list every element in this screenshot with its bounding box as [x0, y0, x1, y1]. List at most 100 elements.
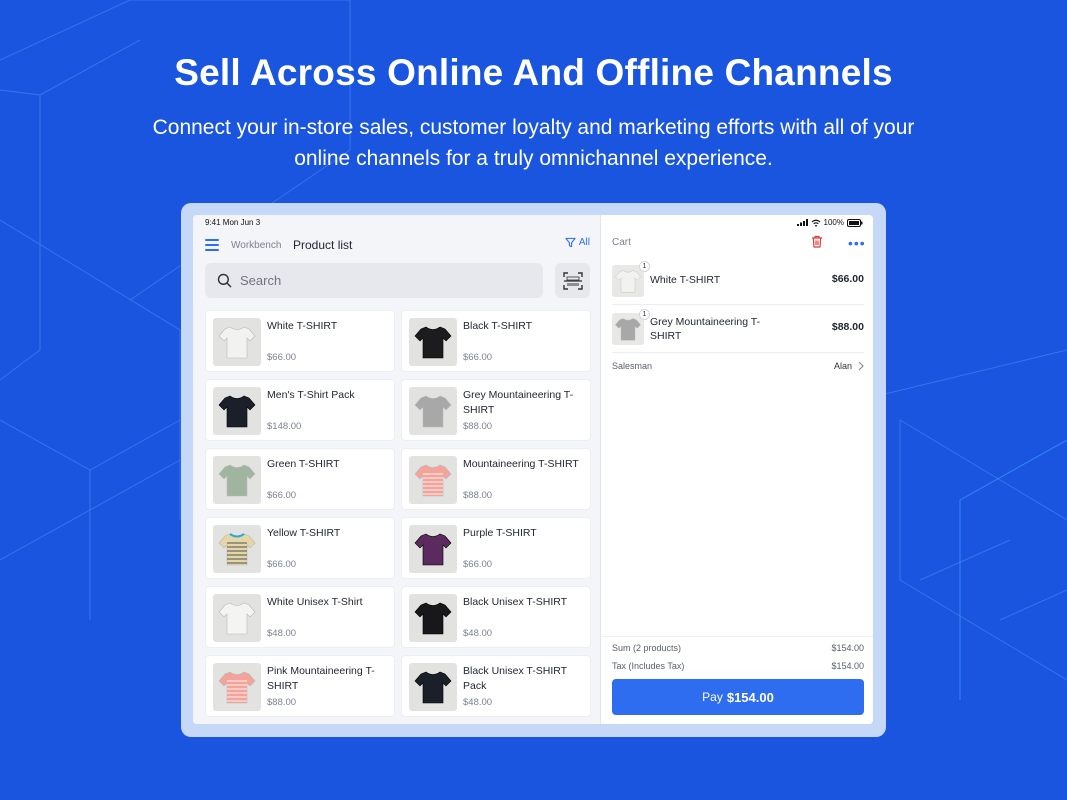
product-name: Grey Mountaineering T-SHIRT: [463, 389, 574, 416]
product-card[interactable]: Green T-SHIRT $66.00: [205, 448, 395, 510]
tablet-screen: 9:41 Mon Jun 3 Workbench Product list Al…: [193, 215, 873, 724]
tshirt-icon: [414, 671, 452, 704]
search-input[interactable]: [240, 273, 520, 288]
product-price: $66.00: [267, 559, 297, 570]
product-price: $66.00: [463, 559, 493, 570]
product-card[interactable]: Black T-SHIRT $66.00: [401, 310, 591, 372]
tshirt-icon: [414, 326, 452, 359]
product-thumbnail: [409, 594, 457, 642]
product-card[interactable]: Purple T-SHIRT $66.00: [401, 517, 591, 579]
product-price: $48.00: [267, 628, 297, 639]
scan-button[interactable]: [555, 263, 590, 298]
product-name: Yellow T-SHIRT: [267, 527, 341, 539]
product-card[interactable]: White T-SHIRT $66.00: [205, 310, 395, 372]
tshirt-icon: [414, 602, 452, 635]
product-price: $66.00: [463, 352, 493, 363]
cart-item-qty-badge: 1: [639, 309, 650, 320]
cart-item[interactable]: 1 White T-SHIRT $66.00: [612, 257, 864, 305]
product-thumbnail: [213, 525, 261, 573]
product-thumbnail: [213, 594, 261, 642]
tshirt-icon: [414, 533, 452, 566]
salesman-label: Salesman: [612, 361, 653, 371]
cart-item[interactable]: 1 Grey Mountaineering T-SHIRT $88.00: [612, 305, 864, 353]
battery-icon: [847, 218, 863, 227]
tax-row: Tax (Includes Tax) $154.00: [612, 661, 864, 671]
tshirt-icon: [218, 464, 256, 497]
salesman-row[interactable]: Salesman Alan: [612, 361, 864, 371]
product-card[interactable]: Grey Mountaineering T-SHIRT $88.00: [401, 379, 591, 441]
product-price: $48.00: [463, 628, 493, 639]
product-card[interactable]: Pink Mountaineering T-SHIRT $88.00: [205, 655, 395, 717]
product-thumbnail: [409, 525, 457, 573]
tax-label: Tax (Includes Tax): [612, 661, 685, 671]
product-thumbnail: [409, 318, 457, 366]
product-name: White T-SHIRT: [267, 320, 338, 332]
sum-row: Sum (2 products) $154.00: [612, 643, 864, 653]
menu-icon[interactable]: [205, 239, 219, 251]
product-price: $88.00: [463, 490, 493, 501]
battery-text: 100%: [823, 218, 844, 227]
page-headline: Sell Across Online And Offline Channels: [174, 52, 893, 93]
product-price: $48.00: [463, 697, 493, 708]
product-name: Mountaineering T-SHIRT: [463, 458, 579, 470]
tablet-frame: 9:41 Mon Jun 3 Workbench Product list Al…: [181, 203, 886, 737]
product-card[interactable]: Black Unisex T-SHIRT $48.00: [401, 586, 591, 648]
chevron-right-icon: [858, 361, 864, 371]
sum-label: Sum (2 products): [612, 643, 682, 653]
sum-value: $154.00: [831, 643, 864, 653]
product-name: Purple T-SHIRT: [463, 527, 537, 539]
subtitle-line-1: Connect your in-store sales, customer lo…: [152, 116, 915, 139]
product-thumbnail: [213, 318, 261, 366]
product-card[interactable]: Black Unisex T-SHIRT Pack $48.00: [401, 655, 591, 717]
cart-item-qty-badge: 1: [639, 261, 650, 272]
product-name: White Unisex T-Shirt: [267, 596, 363, 608]
product-name: Black T-SHIRT: [463, 320, 533, 332]
tshirt-icon: [218, 533, 256, 566]
cart-item-name: Grey Mountaineering T-SHIRT: [650, 316, 761, 342]
search-box[interactable]: [205, 263, 543, 298]
product-name: Men's T-Shirt Pack: [267, 389, 355, 401]
product-card[interactable]: Mountaineering T-SHIRT $88.00: [401, 448, 591, 510]
product-thumbnail: [213, 456, 261, 504]
product-card[interactable]: Yellow T-SHIRT $66.00: [205, 517, 395, 579]
pay-label: Pay: [702, 690, 723, 704]
filter-icon: [565, 237, 576, 248]
product-name: Black Unisex T-SHIRT: [463, 596, 568, 608]
cart-summary: [602, 636, 873, 637]
trash-icon: [812, 235, 822, 248]
product-card[interactable]: Men's T-Shirt Pack $148.00: [205, 379, 395, 441]
pay-button[interactable]: Pay $154.00: [612, 679, 864, 715]
product-grid: White T-SHIRT $66.00 Black T-SHIRT $66.00 Me…: [205, 310, 591, 717]
product-thumbnail: [409, 663, 457, 711]
product-thumbnail: [213, 387, 261, 435]
tshirt-icon: [218, 395, 256, 428]
product-thumbnail: [409, 456, 457, 504]
product-price: $148.00: [267, 421, 302, 432]
tshirt-icon: [218, 326, 256, 359]
cart-pane: 100% Cart ••• 1 White T-SHIRT $66.00 1 Grey …: [602, 215, 873, 724]
product-name: Green T-SHIRT: [267, 458, 340, 470]
cart-item-name: White T-SHIRT: [650, 274, 721, 286]
clear-cart-button[interactable]: [811, 235, 823, 253]
breadcrumb[interactable]: Workbench: [231, 240, 281, 251]
product-price: $88.00: [463, 421, 493, 432]
cart-item-price: $66.00: [831, 273, 864, 285]
page-subtitle: Connect your in-store sales, customer lo…: [100, 112, 967, 174]
product-thumbnail: [213, 663, 261, 711]
product-name: Black Unisex T-SHIRT Pack: [463, 665, 567, 692]
product-price: $66.00: [267, 490, 297, 501]
pay-amount: $154.00: [726, 689, 774, 705]
status-icons: 100%: [796, 218, 863, 227]
product-price: $88.00: [267, 697, 297, 708]
cart-title: Cart: [612, 237, 631, 248]
status-time: 9:41 Mon Jun 3: [205, 218, 261, 227]
product-card[interactable]: White Unisex T-Shirt $48.00: [205, 586, 395, 648]
tshirt-icon: [615, 270, 641, 293]
signal-icon: [796, 219, 808, 226]
more-options-icon[interactable]: •••: [848, 235, 866, 251]
filter-button[interactable]: All: [565, 237, 590, 248]
cart-item-price: $88.00: [831, 321, 864, 333]
page-title: Product list: [293, 238, 353, 252]
tshirt-icon: [414, 464, 452, 497]
search-icon: [217, 273, 232, 288]
